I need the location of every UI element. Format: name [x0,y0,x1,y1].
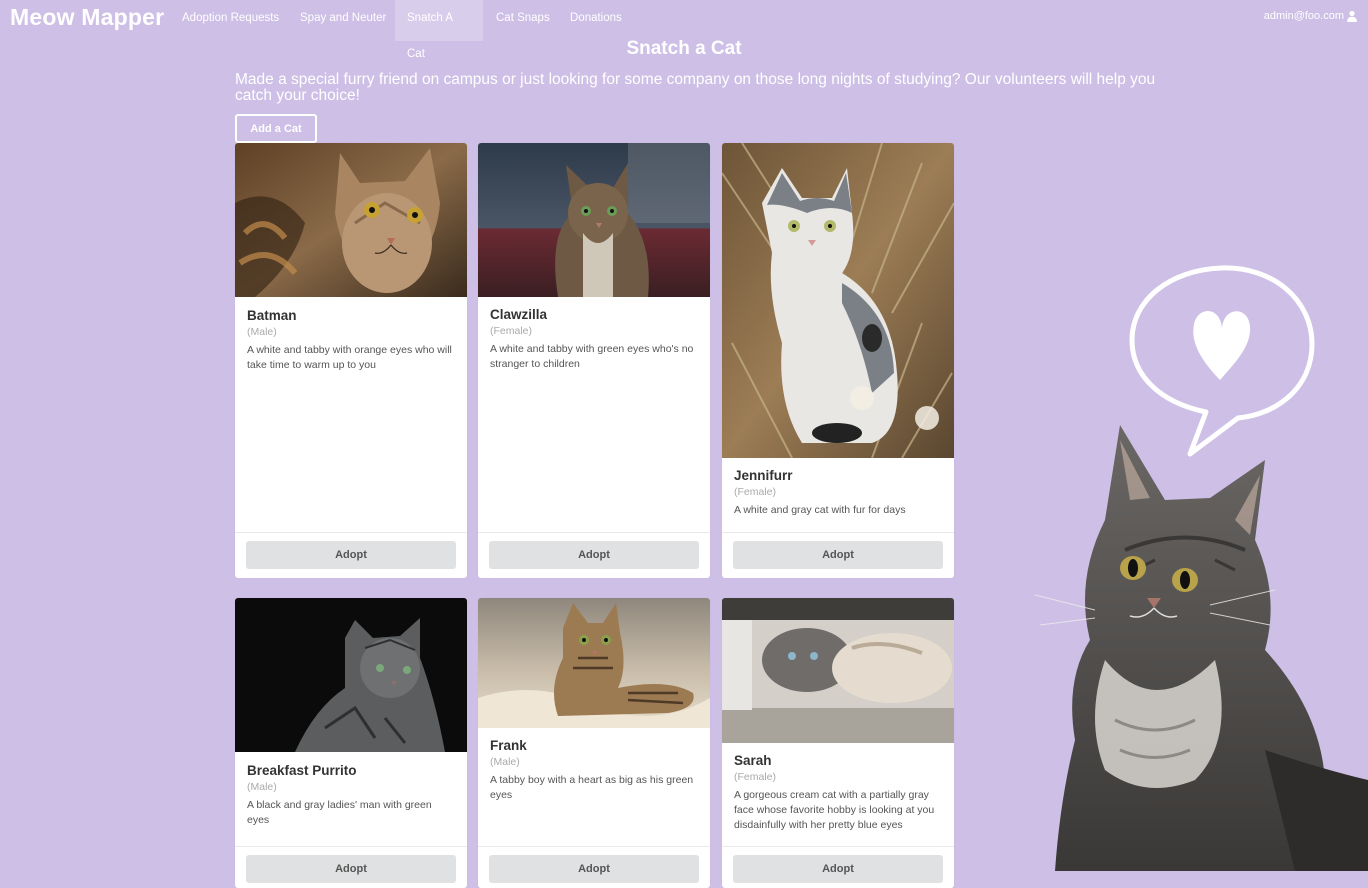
cat-description: A black and gray ladies' man with green … [247,799,432,826]
cat-name: Sarah [734,753,772,768]
card-footer: Adopt [235,532,467,578]
add-cat-button[interactable]: Add a Cat [235,114,317,143]
cat-card-breakfast-purrito: Breakfast Purrito (Male) A black and gra… [235,598,467,888]
cat-sex: (Male) [247,326,277,338]
nav-cat-snaps[interactable]: Cat Snaps [484,0,562,41]
card-footer: Adopt [478,846,710,888]
cat-card-jennifurr: Jennifurr (Female) A white and gray cat … [722,143,954,578]
nav-adoption-requests[interactable]: Adoption Requests [170,0,291,41]
card-body: Sarah (Female) A gorgeous cream cat with… [734,753,942,833]
adopt-button[interactable]: Adopt [246,855,456,883]
cat-description: A gorgeous cream cat with a partially gr… [734,789,935,831]
card-footer: Adopt [478,532,710,578]
cat-sex: (Female) [734,771,777,783]
navbar: Meow Mapper Adoption Requests Spay and N… [0,0,1368,60]
cat-card-batman: Batman (Male) A white and tabby with ora… [235,143,467,578]
cat-sex: (Male) [247,781,277,793]
cat-description: A white and gray cat with fur for days [734,504,906,516]
card-body: Frank (Male) A tabby boy with a heart as… [490,738,698,803]
cat-name: Clawzilla [490,307,548,322]
cat-name: Frank [490,738,527,753]
cat-name: Breakfast Purrito [247,763,357,778]
page-intro: Made a special furry friend on campus or… [235,71,1156,104]
user-email: admin@foo.com [1263,10,1344,22]
cat-name: Jennifurr [734,468,793,483]
user-menu[interactable]: admin@foo.com [1264,10,1358,22]
adopt-button[interactable]: Adopt [489,541,699,569]
cat-sex: (Male) [490,756,520,768]
user-icon [1347,10,1357,22]
adopt-button[interactable]: Adopt [733,855,943,883]
cat-photo [722,598,954,743]
cat-name: Batman [247,308,297,323]
cat-photo [478,598,710,728]
card-footer: Adopt [235,846,467,888]
card-footer: Adopt [722,532,954,578]
kitten-illustration [1035,425,1368,871]
card-body: Clawzilla (Female) A white and tabby wit… [490,307,698,372]
nav-donations[interactable]: Donations [558,0,634,41]
cat-sex: (Female) [734,486,777,498]
cat-description: A tabby boy with a heart as big as his g… [490,774,694,801]
card-footer: Adopt [722,846,954,888]
cat-card-sarah: Sarah (Female) A gorgeous cream cat with… [722,598,954,888]
brand-logo[interactable]: Meow Mapper [10,2,164,32]
nav-spay-and-neuter[interactable]: Spay and Neuter [288,0,398,41]
adopt-button[interactable]: Adopt [246,541,456,569]
cat-description: A white and tabby with orange eyes who w… [247,344,452,371]
cat-photo [235,143,467,297]
adopt-button[interactable]: Adopt [489,855,699,883]
nav-snatch-a-cat[interactable]: Snatch A Cat [395,0,483,60]
card-body: Breakfast Purrito (Male) A black and gra… [247,763,455,828]
cat-sex: (Female) [490,325,533,337]
page-title: Snatch a Cat [626,38,742,59]
adopt-button[interactable]: Adopt [733,541,943,569]
cat-card-clawzilla: Clawzilla (Female) A white and tabby wit… [478,143,710,578]
card-body: Batman (Male) A white and tabby with ora… [247,308,455,373]
card-body: Jennifurr (Female) A white and gray cat … [734,468,942,518]
cat-photo [722,143,954,458]
cat-photo [235,598,467,752]
cat-description: A white and tabby with green eyes who's … [490,343,694,370]
cat-photo [478,143,710,297]
cat-card-frank: Frank (Male) A tabby boy with a heart as… [478,598,710,888]
